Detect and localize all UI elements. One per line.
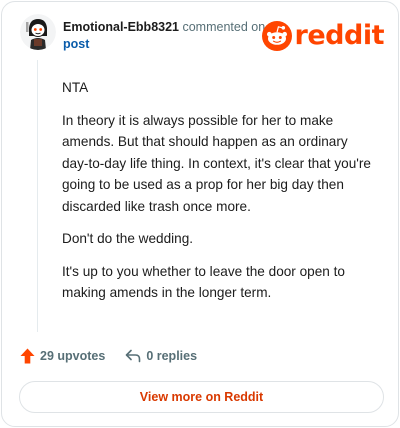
reply-count: 0 replies bbox=[146, 349, 198, 363]
comment-paragraph: Don't do the wedding. bbox=[62, 231, 194, 246]
post-link[interactable]: post bbox=[63, 37, 89, 51]
upvote-button[interactable]: 29 upvotes bbox=[20, 348, 105, 364]
reply-arrow-icon bbox=[126, 349, 141, 363]
upvote-arrow-icon bbox=[20, 348, 35, 364]
comment-header: Emotional-Ebb8321 commented on post redd… bbox=[20, 14, 385, 58]
reddit-snoo-icon bbox=[261, 21, 292, 51]
comment-meta: Emotional-Ebb8321 commented on post bbox=[63, 19, 273, 53]
reddit-comment-embed: Emotional-Ebb8321 commented on post redd… bbox=[1, 1, 399, 427]
reddit-logo[interactable]: reddit bbox=[261, 20, 385, 51]
comment-paragraph: In theory it is always possible for her … bbox=[62, 112, 371, 214]
comment-paragraph: NTA bbox=[62, 80, 89, 95]
view-more-button[interactable]: View more on Reddit bbox=[19, 381, 384, 413]
username-link[interactable]: Emotional-Ebb8321 bbox=[63, 20, 179, 34]
commented-on-text: commented on bbox=[182, 20, 266, 34]
comment-paragraph: It's up to you whether to leave the door… bbox=[62, 263, 345, 301]
comment-actions: 29 upvotes 0 replies bbox=[20, 346, 197, 366]
user-avatar[interactable] bbox=[20, 14, 56, 50]
reddit-wordmark: reddit bbox=[294, 20, 385, 51]
upvote-count: 29 upvotes bbox=[40, 349, 106, 363]
thread-line bbox=[37, 60, 38, 332]
replies-button[interactable]: 0 replies bbox=[125, 349, 197, 363]
comment-body: NTA In theory it is always possible for … bbox=[62, 77, 372, 315]
snoo-avatar-icon bbox=[20, 14, 56, 50]
